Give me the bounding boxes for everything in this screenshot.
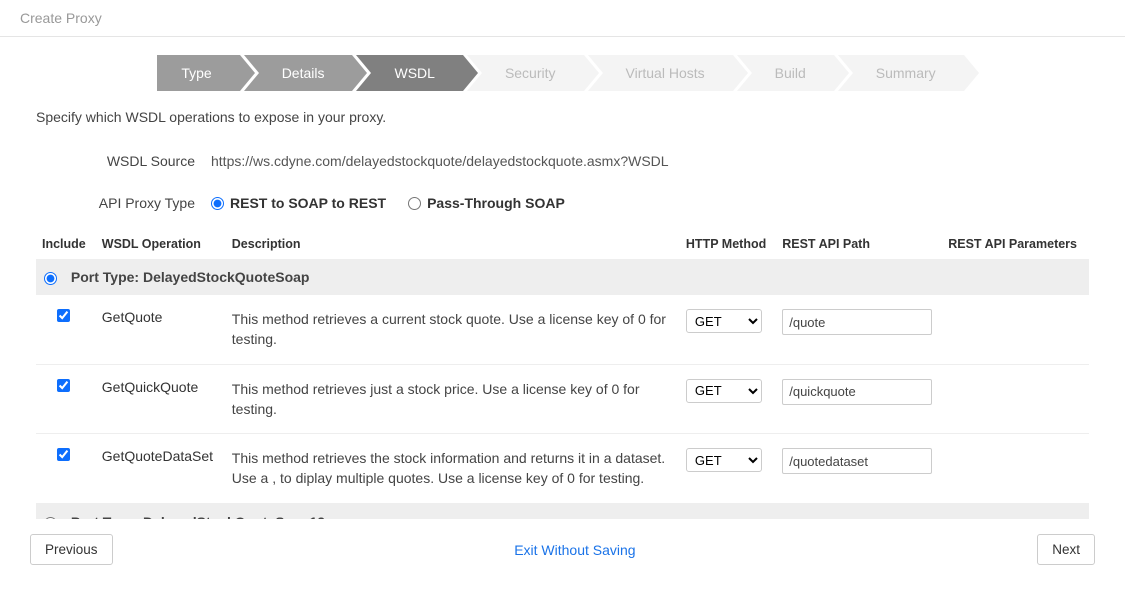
include-checkbox[interactable] [57,309,70,322]
api-proxy-type-row: API Proxy Type REST to SOAP to REST Pass… [20,187,1105,219]
th-path: REST API Path [776,229,942,259]
radio-pass-through-input[interactable] [408,197,421,210]
include-checkbox[interactable] [57,448,70,461]
radio-rest-to-soap[interactable]: REST to SOAP to REST [211,195,386,211]
th-include: Include [36,229,96,259]
http-method-select[interactable]: GET [686,309,762,333]
table-row: GetQuote This method retrieves a current… [36,295,1089,364]
operation-name: GetQuote [96,295,226,364]
operation-description: This method retrieves just a stock price… [226,364,680,434]
next-button[interactable]: Next [1037,534,1095,565]
port-type-label-2: Port Type: DelayedStockQuoteSoap12 [71,514,325,519]
operation-name: GetQuickQuote [96,364,226,434]
th-description: Description [226,229,680,259]
operation-description: This method retrieves the stock informat… [226,434,680,504]
operations-table: Include WSDL Operation Description HTTP … [36,229,1089,519]
step-build: Build [737,55,834,91]
port-type-radio-2[interactable] [44,517,57,519]
step-type[interactable]: Type [157,55,239,91]
port-type-row-2: Port Type: DelayedStockQuoteSoap12 [36,503,1089,519]
radio-rest-to-soap-label: REST to SOAP to REST [230,195,386,211]
footer: Previous Exit Without Saving Next [20,519,1105,579]
previous-button[interactable]: Previous [30,534,113,565]
step-summary: Summary [838,55,964,91]
operations-table-container[interactable]: Include WSDL Operation Description HTTP … [36,229,1089,519]
radio-pass-through-label: Pass-Through SOAP [427,195,565,211]
th-operation: WSDL Operation [96,229,226,259]
port-type-label-1: Port Type: DelayedStockQuoteSoap [71,269,310,285]
rest-path-input[interactable] [782,448,932,474]
api-proxy-type-label: API Proxy Type [36,195,211,211]
step-wsdl[interactable]: WSDL [356,55,462,91]
exit-without-saving-link[interactable]: Exit Without Saving [514,542,635,558]
operation-name: GetQuoteDataSet [96,434,226,504]
step-details[interactable]: Details [244,55,353,91]
http-method-select[interactable]: GET [686,379,762,403]
wsdl-source-value: https://ws.cdyne.com/delayedstockquote/d… [211,153,1089,169]
wizard-steps: Type Details WSDL Security Virtual Hosts… [20,37,1105,109]
port-type-radio-1[interactable] [44,272,57,285]
radio-rest-to-soap-input[interactable] [211,197,224,210]
rest-path-input[interactable] [782,379,932,405]
port-type-row-1: Port Type: DelayedStockQuoteSoap [36,259,1089,295]
th-method: HTTP Method [680,229,776,259]
wsdl-source-label: WSDL Source [36,153,211,169]
include-checkbox[interactable] [57,379,70,392]
rest-path-input[interactable] [782,309,932,335]
instruction-text: Specify which WSDL operations to expose … [20,109,1105,145]
operation-description: This method retrieves a current stock qu… [226,295,680,364]
step-virtual-hosts: Virtual Hosts [588,55,733,91]
main-panel: Type Details WSDL Security Virtual Hosts… [20,37,1105,579]
wsdl-source-row: WSDL Source https://ws.cdyne.com/delayed… [20,145,1105,177]
http-method-select[interactable]: GET [686,448,762,472]
th-params: REST API Parameters [942,229,1089,259]
table-row: GetQuoteDataSet This method retrieves th… [36,434,1089,504]
table-row: GetQuickQuote This method retrieves just… [36,364,1089,434]
step-security: Security [467,55,584,91]
radio-pass-through[interactable]: Pass-Through SOAP [408,195,565,211]
page-title: Create Proxy [0,0,1125,37]
